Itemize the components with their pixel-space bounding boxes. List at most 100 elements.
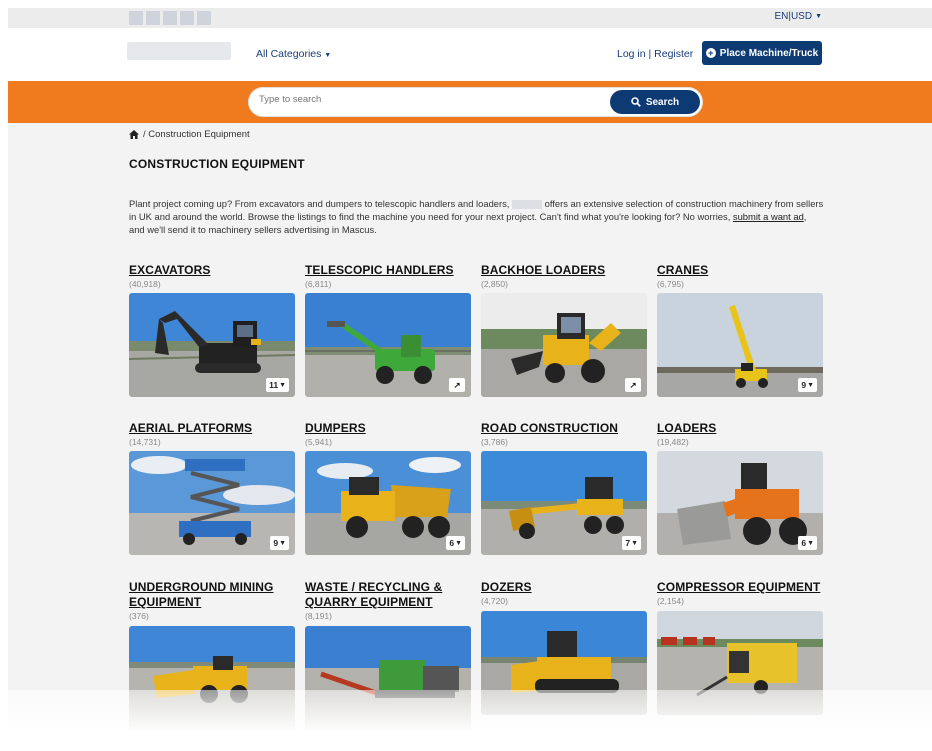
category-count: (3,786) bbox=[481, 437, 508, 447]
intro-text: Plant project coming up? From excavators… bbox=[129, 197, 824, 236]
breadcrumb: / Construction Equipment bbox=[129, 129, 250, 140]
social-icon[interactable] bbox=[180, 11, 194, 25]
place-machine-button[interactable]: + Place Machine/Truck bbox=[702, 41, 822, 65]
category-title[interactable]: EXCAVATORS bbox=[129, 263, 295, 278]
category-card[interactable]: DUMPERS (5,941) bbox=[305, 421, 471, 447]
grader-image[interactable]: 7 ▼ bbox=[481, 451, 647, 555]
external-link-icon: ↗ bbox=[453, 379, 461, 390]
category-count: (2,154) bbox=[657, 596, 684, 606]
image-count-dropdown[interactable]: 6 ▼ bbox=[446, 536, 465, 550]
category-title[interactable]: DOZERS bbox=[481, 580, 647, 595]
category-card[interactable]: WASTE / RECYCLING & QUARRY EQUIPMENT (8,… bbox=[305, 580, 471, 621]
category-card[interactable]: BACKHOE LOADERS (2,850) bbox=[481, 263, 647, 289]
category-card[interactable]: AERIAL PLATFORMS (14,731) bbox=[129, 421, 295, 447]
chevron-down-icon: ▼ bbox=[279, 539, 286, 547]
image-count-dropdown[interactable]: 9 ▼ bbox=[270, 536, 289, 550]
category-count: (14,731) bbox=[129, 437, 161, 447]
search-input[interactable] bbox=[259, 94, 599, 105]
chevron-down-icon: ▼ bbox=[279, 381, 286, 389]
top-bar: EN|USD ▼ bbox=[8, 8, 932, 28]
category-title[interactable]: BACKHOE LOADERS bbox=[481, 263, 647, 278]
home-icon[interactable] bbox=[129, 130, 139, 139]
category-count: (6,811) bbox=[305, 279, 332, 289]
category-card[interactable]: ROAD CONSTRUCTION (3,786) bbox=[481, 421, 647, 447]
all-categories-menu[interactable]: All Categories ▼ bbox=[256, 48, 331, 60]
telehandler-image[interactable]: ↗ bbox=[305, 293, 471, 397]
crane-image[interactable]: 9 ▼ bbox=[657, 293, 823, 397]
excavator-image[interactable]: 11 ▼ bbox=[129, 293, 295, 397]
category-title[interactable]: TELESCOPIC HANDLERS bbox=[305, 263, 471, 278]
image-count: 6 bbox=[801, 538, 807, 548]
category-count: (8,191) bbox=[305, 611, 332, 621]
category-card[interactable]: CRANES (6,795) bbox=[657, 263, 823, 289]
social-icon[interactable] bbox=[146, 11, 160, 25]
image-count-dropdown[interactable]: 11 ▼ bbox=[266, 378, 289, 392]
category-count: (5,941) bbox=[305, 437, 332, 447]
blurred-brand-name bbox=[512, 200, 543, 210]
search-button[interactable]: Search bbox=[610, 90, 700, 114]
backhoe-image[interactable]: ↗ bbox=[481, 293, 647, 397]
category-count: (40,918) bbox=[129, 279, 161, 289]
open-link-button[interactable]: ↗ bbox=[625, 378, 641, 392]
image-count: 11 bbox=[269, 380, 279, 390]
external-link-icon: ↗ bbox=[629, 379, 637, 390]
login-register-link[interactable]: Log in | Register bbox=[617, 48, 693, 60]
category-title[interactable]: AERIAL PLATFORMS bbox=[129, 421, 295, 436]
bottom-fade bbox=[0, 690, 932, 751]
social-icon[interactable] bbox=[197, 11, 211, 25]
category-card[interactable]: UNDERGROUND MINING EQUIPMENT (376) bbox=[129, 580, 295, 621]
image-count: 6 bbox=[449, 538, 455, 548]
page-title: CONSTRUCTION EQUIPMENT bbox=[129, 157, 305, 171]
open-link-button[interactable]: ↗ bbox=[449, 378, 465, 392]
search-band: Search bbox=[8, 81, 932, 123]
category-title[interactable]: LOADERS bbox=[657, 421, 823, 436]
wheel-loader-image[interactable]: 6 ▼ bbox=[657, 451, 823, 555]
category-card[interactable]: COMPRESSOR EQUIPMENT (2,154) bbox=[657, 580, 823, 606]
image-count: 9 bbox=[801, 380, 807, 390]
category-card[interactable]: LOADERS (19,482) bbox=[657, 421, 823, 447]
site-header: All Categories ▼ Log in | Register + Pla… bbox=[8, 28, 932, 81]
category-card[interactable]: TELESCOPIC HANDLERS (6,811) bbox=[305, 263, 471, 289]
search-button-label: Search bbox=[645, 96, 680, 108]
category-count: (6,795) bbox=[657, 279, 684, 289]
plus-circle-icon: + bbox=[705, 48, 716, 58]
want-ad-link[interactable]: submit a want ad bbox=[733, 211, 804, 222]
category-title[interactable]: COMPRESSOR EQUIPMENT bbox=[657, 580, 823, 595]
image-count-dropdown[interactable]: 6 ▼ bbox=[798, 536, 817, 550]
image-count-dropdown[interactable]: 9 ▼ bbox=[798, 378, 817, 392]
language-label: EN|USD bbox=[774, 11, 813, 22]
dumper-image[interactable]: 6 ▼ bbox=[305, 451, 471, 555]
category-count: (376) bbox=[129, 611, 149, 621]
search-box: Search bbox=[248, 87, 703, 117]
image-count: 7 bbox=[625, 538, 631, 548]
category-count: (19,482) bbox=[657, 437, 689, 447]
scissor-lift-image[interactable]: 9 ▼ bbox=[129, 451, 295, 555]
social-icon[interactable] bbox=[129, 11, 143, 25]
chevron-down-icon: ▼ bbox=[455, 539, 462, 547]
all-categories-label: All Categories bbox=[256, 48, 322, 60]
place-machine-label: Place Machine/Truck bbox=[719, 47, 819, 59]
category-title[interactable]: UNDERGROUND MINING EQUIPMENT bbox=[129, 580, 295, 610]
social-icon[interactable] bbox=[163, 11, 177, 25]
site-logo[interactable] bbox=[127, 42, 231, 60]
image-count-dropdown[interactable]: 7 ▼ bbox=[622, 536, 641, 550]
language-currency-selector[interactable]: EN|USD ▼ bbox=[774, 11, 822, 22]
category-card[interactable]: EXCAVATORS (40,918) bbox=[129, 263, 295, 289]
category-card[interactable]: DOZERS (4,720) bbox=[481, 580, 647, 606]
social-icons bbox=[129, 11, 211, 25]
category-count: (2,850) bbox=[481, 279, 508, 289]
chevron-down-icon: ▼ bbox=[324, 52, 332, 59]
search-icon bbox=[631, 97, 641, 107]
category-title[interactable]: CRANES bbox=[657, 263, 823, 278]
page-frame: EN|USD ▼ All Categories ▼ Log in | Regis… bbox=[8, 8, 932, 751]
category-title[interactable]: WASTE / RECYCLING & QUARRY EQUIPMENT bbox=[305, 580, 471, 610]
chevron-down-icon: ▼ bbox=[631, 539, 638, 547]
chevron-down-icon: ▼ bbox=[815, 13, 822, 20]
breadcrumb-current: / Construction Equipment bbox=[143, 129, 250, 140]
category-title[interactable]: DUMPERS bbox=[305, 421, 471, 436]
chevron-down-icon: ▼ bbox=[807, 381, 814, 389]
image-count: 9 bbox=[273, 538, 279, 548]
category-title[interactable]: ROAD CONSTRUCTION bbox=[481, 421, 647, 436]
chevron-down-icon: ▼ bbox=[807, 539, 814, 547]
intro-part-a: Plant project coming up? From excavators… bbox=[129, 198, 510, 209]
